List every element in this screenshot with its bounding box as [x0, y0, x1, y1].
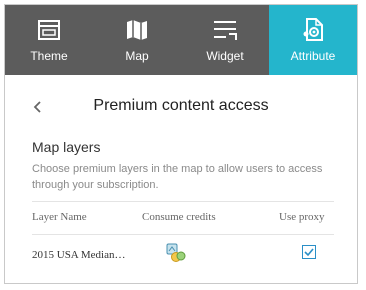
tab-attribute[interactable]: Attribute: [269, 5, 357, 75]
panel-title: Premium content access: [93, 97, 269, 114]
tab-widget[interactable]: Widget: [181, 5, 269, 75]
column-header-consume-credits: Consume credits: [142, 211, 216, 223]
tab-attribute-label: Attribute: [290, 49, 336, 63]
credits-icon: [166, 243, 186, 263]
attribute-icon: [300, 18, 326, 42]
tab-map[interactable]: Map: [93, 5, 181, 75]
column-header-layer-name: Layer Name: [32, 211, 87, 223]
use-proxy-checkbox[interactable]: [302, 245, 316, 259]
layer-name-cell: 2015 USA Median…: [32, 249, 126, 261]
section-description: Choose premium layers in the map to allo…: [32, 163, 323, 191]
tab-theme[interactable]: Theme: [5, 5, 93, 75]
tab-theme-label: Theme: [30, 49, 68, 63]
divider: [32, 201, 334, 202]
tab-bar: Theme Map Widget Attribute: [5, 5, 357, 75]
tab-widget-label: Widget: [206, 49, 244, 63]
section-title: Map layers: [32, 139, 101, 155]
widget-icon: [212, 18, 238, 42]
settings-panel: Theme Map Widget Attribute Premium conte…: [4, 4, 358, 284]
theme-icon: [36, 18, 62, 42]
tab-map-label: Map: [125, 49, 149, 63]
map-icon: [124, 18, 150, 42]
column-header-use-proxy: Use proxy: [279, 211, 325, 223]
divider: [32, 234, 334, 235]
